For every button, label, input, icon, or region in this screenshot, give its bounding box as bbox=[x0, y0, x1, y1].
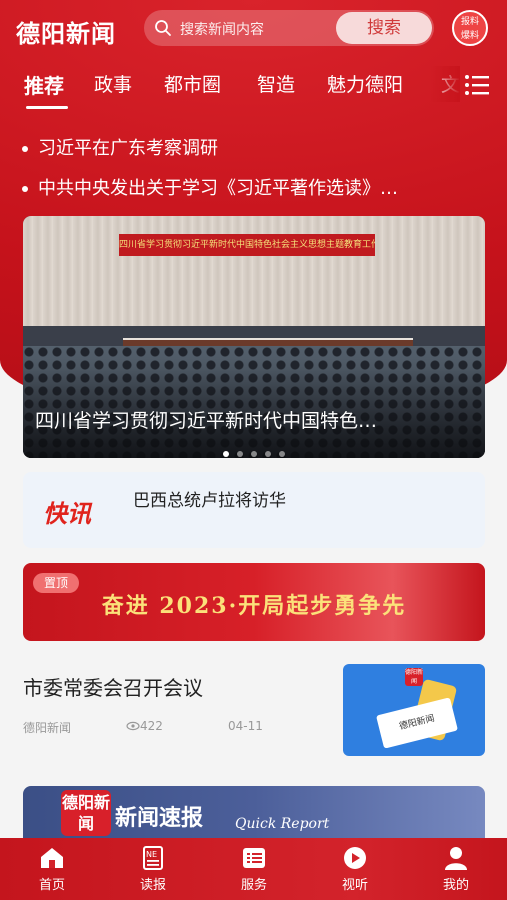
news-title[interactable]: 市委常委会召开会议 bbox=[23, 672, 203, 701]
nav-label: 我的 bbox=[442, 878, 469, 893]
thumbnail-logo: 德阳新闻 bbox=[405, 668, 424, 686]
nav-newspaper[interactable]: NE 读报 bbox=[103, 838, 203, 900]
stage-banner: 四川省学习贯彻习近平新时代中国特色社会主义思想主题教育工作会议 bbox=[119, 234, 375, 256]
nav-label: 读报 bbox=[139, 878, 166, 893]
headline-item[interactable]: 习近平在广东考察调研 bbox=[22, 134, 492, 160]
carousel-caption: 四川省学习贯彻习近平新时代中国特色… bbox=[35, 410, 378, 432]
news-thumbnail[interactable]: 德阳新闻 德阳新闻 bbox=[343, 664, 485, 756]
news-views: 422 bbox=[126, 719, 163, 733]
nav-label: 视听 bbox=[341, 878, 368, 893]
search-icon bbox=[155, 20, 171, 36]
carousel-dots bbox=[23, 442, 485, 458]
active-tab-indicator bbox=[26, 106, 68, 109]
newspaper-icon: NE bbox=[143, 846, 163, 870]
app-logo: 德阳新闻 bbox=[16, 20, 116, 48]
app-header: 德阳新闻 搜索新闻内容 搜索 报料 爆料 bbox=[0, 8, 507, 48]
flash-news-text[interactable]: 巴西总统卢拉将访华 bbox=[133, 486, 286, 511]
user-icon bbox=[445, 847, 467, 870]
report-button[interactable]: 报料 爆料 bbox=[452, 10, 488, 46]
search-bar[interactable]: 搜索新闻内容 搜索 bbox=[144, 10, 434, 46]
eye-icon bbox=[126, 721, 140, 731]
carousel-dot[interactable] bbox=[223, 451, 229, 457]
nav-service[interactable]: 服务 bbox=[204, 838, 304, 900]
search-input[interactable]: 搜索新闻内容 bbox=[180, 19, 264, 39]
headline-item[interactable]: 中共中央发出关于学习《习近平著作选读》… bbox=[22, 174, 492, 200]
bottom-nav: 首页 NE 读报 服务 视听 我的 bbox=[0, 838, 507, 900]
search-button[interactable]: 搜索 bbox=[336, 12, 432, 44]
flash-logo: 快讯 bbox=[43, 500, 91, 528]
carousel-dot[interactable] bbox=[279, 451, 285, 457]
nav-profile[interactable]: 我的 bbox=[406, 838, 506, 900]
home-icon bbox=[41, 848, 63, 868]
flash-news-card[interactable]: 快讯 巴西总统卢拉将访华 bbox=[23, 472, 485, 548]
thumbnail-card: 德阳新闻 bbox=[376, 697, 458, 749]
tab-charm-deyang[interactable]: 魅力德阳 bbox=[327, 70, 403, 97]
tab-metro[interactable]: 都市圈 bbox=[164, 70, 221, 97]
carousel-dot[interactable] bbox=[237, 451, 243, 457]
quick-report-title: 新闻速报 bbox=[115, 805, 204, 831]
tab-manufacturing[interactable]: 智造 bbox=[257, 70, 295, 97]
report-label-alt: 爆料 bbox=[460, 31, 479, 41]
tab-recommend[interactable]: 推荐 bbox=[24, 70, 64, 99]
quick-report-banner[interactable]: 德阳新闻 新闻速报 Quick Report bbox=[23, 786, 485, 840]
tab-politics[interactable]: 政事 bbox=[94, 70, 132, 97]
news-source: 德阳新闻 bbox=[23, 721, 72, 735]
nav-media[interactable]: 视听 bbox=[305, 838, 405, 900]
view-count: 422 bbox=[140, 719, 163, 733]
news-carousel[interactable]: 四川省学习贯彻习近平新时代中国特色社会主义思想主题教育工作会议 四川省学习贯彻习… bbox=[23, 216, 485, 458]
carousel-dot[interactable] bbox=[251, 451, 257, 457]
banner-title: 奋进 2023·开局起步勇争先 bbox=[101, 593, 407, 619]
carousel-dot[interactable] bbox=[265, 451, 271, 457]
menu-icon[interactable] bbox=[464, 74, 490, 96]
bullet-icon bbox=[22, 186, 28, 192]
quick-report-logo: 德阳新闻 bbox=[61, 790, 111, 836]
report-label: 报料 bbox=[460, 17, 479, 27]
pinned-banner[interactable]: 置顶 奋进 2023·开局起步勇争先 bbox=[23, 563, 485, 641]
play-icon bbox=[344, 847, 366, 869]
nav-label: 服务 bbox=[240, 878, 267, 893]
nav-home[interactable]: 首页 bbox=[2, 838, 102, 900]
bullet-icon bbox=[22, 146, 28, 152]
carousel-image bbox=[23, 216, 485, 326]
nav-label: 首页 bbox=[38, 878, 65, 893]
news-date: 04-11 bbox=[228, 719, 263, 733]
category-tabs: 推荐 政事 都市圈 智造 魅力德阳 文 bbox=[0, 66, 507, 110]
service-icon bbox=[243, 848, 265, 868]
svg-text:NE: NE bbox=[146, 850, 157, 859]
quick-report-subtitle: Quick Report bbox=[235, 816, 330, 832]
